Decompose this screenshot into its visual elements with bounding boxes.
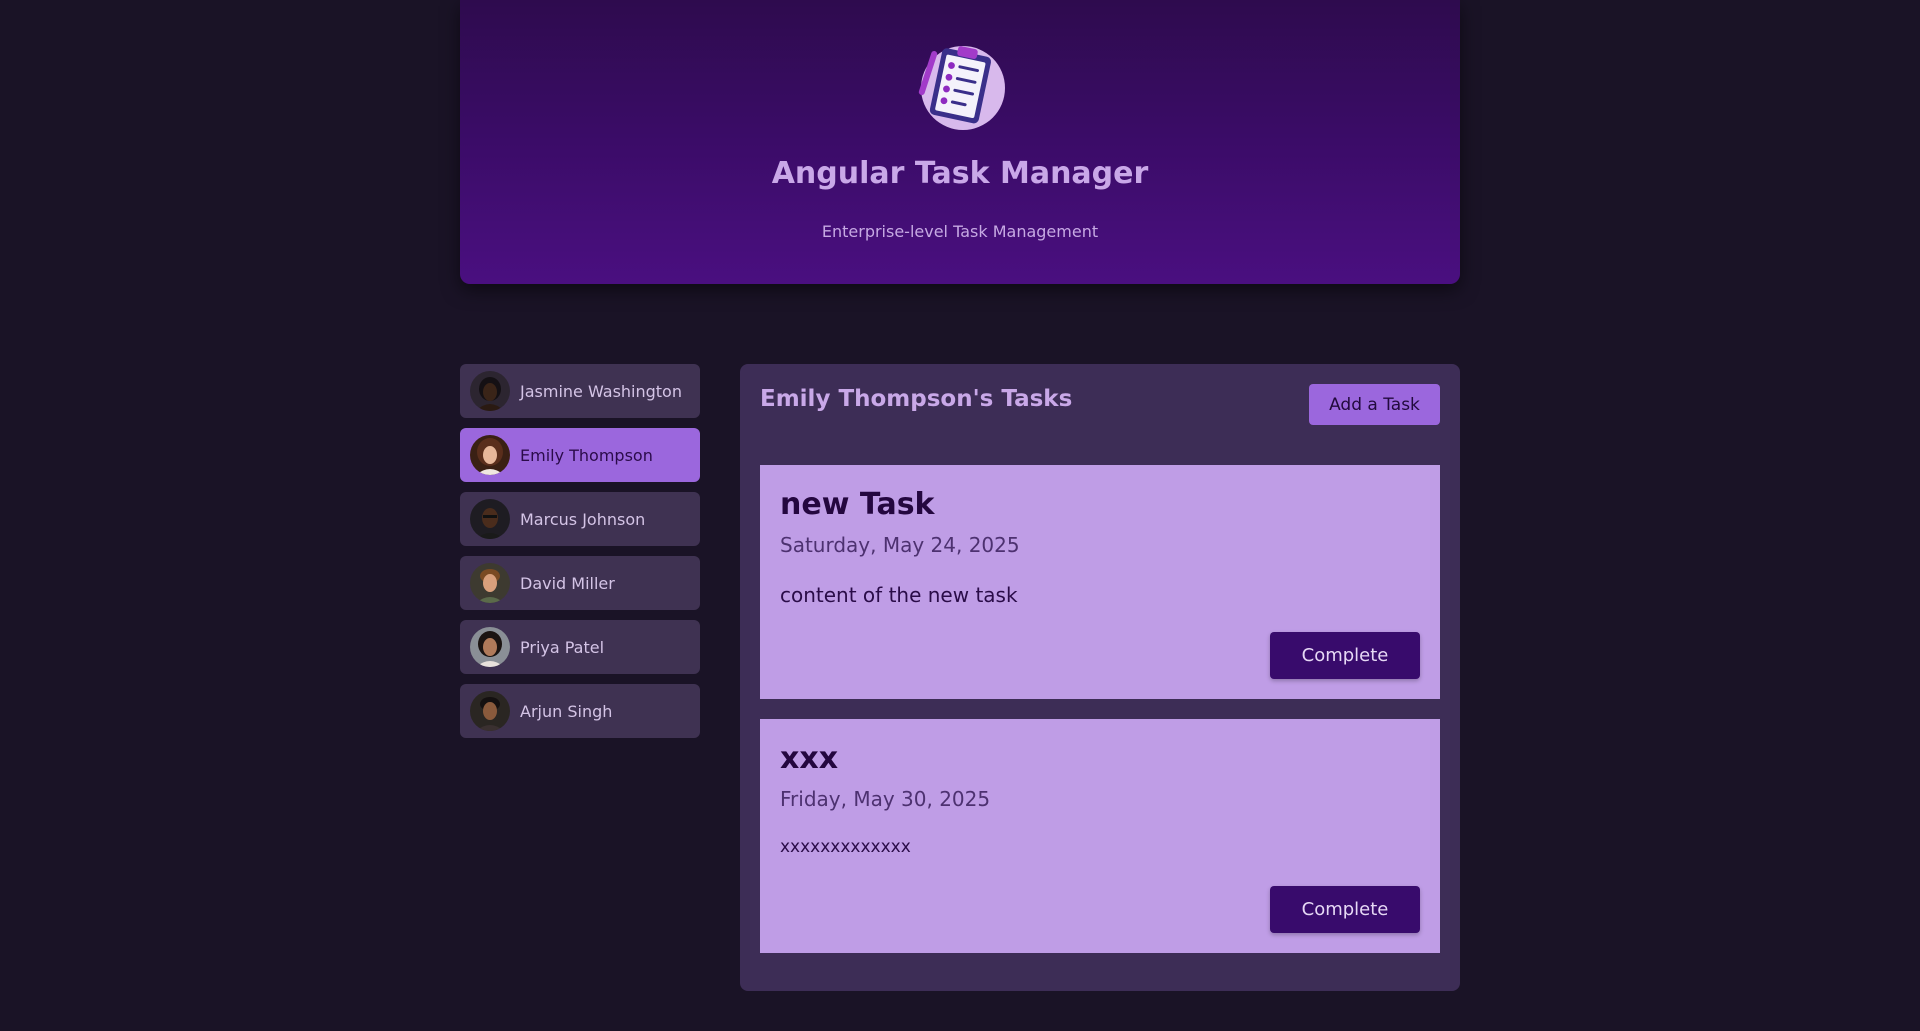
user-item-arjun-singh[interactable]: Arjun Singh xyxy=(460,684,700,738)
user-item-david-miller[interactable]: David Miller xyxy=(460,556,700,610)
avatar xyxy=(470,499,510,539)
tasks-title: Emily Thompson's Tasks xyxy=(760,386,1073,412)
task-date: Friday, May 30, 2025 xyxy=(780,787,991,811)
add-task-button[interactable]: Add a Task xyxy=(1309,384,1440,425)
task-title: new Task xyxy=(780,487,935,522)
user-list: Jasmine Washington Emily Thompson Marcus… xyxy=(460,364,700,748)
avatar xyxy=(470,627,510,667)
task-content: xxxxxxxxxxxxx xyxy=(780,837,911,857)
user-name: Emily Thompson xyxy=(520,445,653,465)
task-content: content of the new task xyxy=(780,583,1018,607)
complete-button[interactable]: Complete xyxy=(1270,632,1420,679)
task-date: Saturday, May 24, 2025 xyxy=(780,533,1020,557)
clipboard-checklist-icon xyxy=(915,38,1007,134)
user-item-jasmine-washington[interactable]: Jasmine Washington xyxy=(460,364,700,418)
task-title: xxx xyxy=(780,741,839,776)
user-name: Marcus Johnson xyxy=(520,509,646,529)
user-name: Jasmine Washington xyxy=(520,381,682,401)
user-item-priya-patel[interactable]: Priya Patel xyxy=(460,620,700,674)
user-name: Arjun Singh xyxy=(520,701,613,721)
tasks-panel: Emily Thompson's Tasks Add a Task new Ta… xyxy=(740,364,1460,991)
avatar xyxy=(470,435,510,475)
avatar xyxy=(470,371,510,411)
task-card: xxx Friday, May 30, 2025 xxxxxxxxxxxxx C… xyxy=(760,719,1440,953)
user-item-emily-thompson[interactable]: Emily Thompson xyxy=(460,428,700,482)
complete-button[interactable]: Complete xyxy=(1270,886,1420,933)
avatar xyxy=(470,563,510,603)
user-item-marcus-johnson[interactable]: Marcus Johnson xyxy=(460,492,700,546)
app-subtitle: Enterprise-level Task Management xyxy=(821,222,1099,241)
app-header: Angular Task Manager Enterprise-level Ta… xyxy=(460,0,1460,284)
app-title: Angular Task Manager xyxy=(771,156,1149,191)
task-card: new Task Saturday, May 24, 2025 content … xyxy=(760,465,1440,699)
user-name: David Miller xyxy=(520,573,615,593)
user-name: Priya Patel xyxy=(520,637,605,657)
avatar xyxy=(470,691,510,731)
